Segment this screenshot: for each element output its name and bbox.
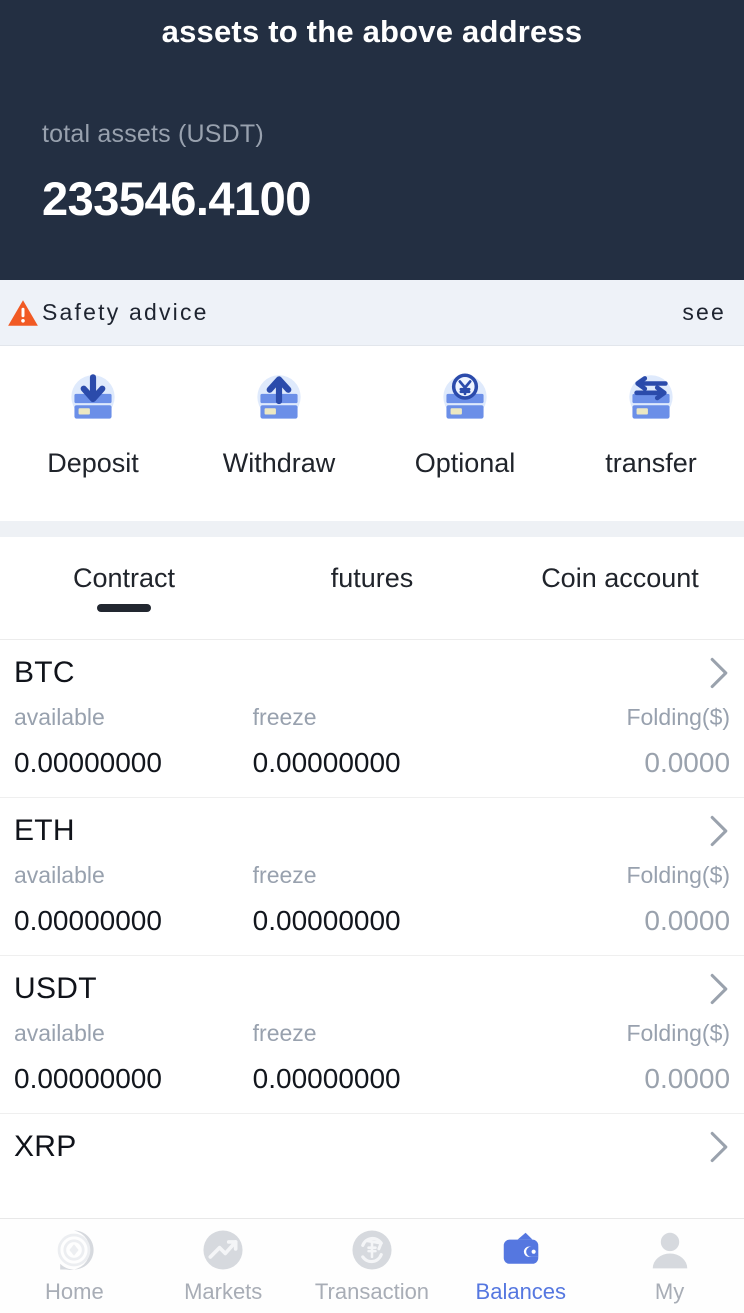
column-header: freeze bbox=[252, 862, 317, 888]
tab-label: Coin account bbox=[541, 563, 699, 593]
coin-symbol: ETH bbox=[14, 814, 75, 847]
table-row[interactable]: USDT available 0.00000000 freeze 0.00000… bbox=[0, 956, 744, 1114]
column-header: Folding($) bbox=[626, 862, 731, 888]
safety-advice-bar[interactable]: Safety advice see bbox=[0, 280, 744, 346]
nav-label: Home bbox=[45, 1279, 104, 1304]
total-assets-value: 233546.4100 bbox=[42, 172, 311, 225]
column-folding: Folding($) 0.0000 bbox=[491, 704, 730, 779]
card-exchange-icon bbox=[629, 375, 673, 419]
column-header: available bbox=[14, 704, 105, 730]
column-header: freeze bbox=[252, 704, 317, 730]
column-folding: Folding($) 0.0000 bbox=[491, 1020, 730, 1095]
freeze-value: 0.00000000 bbox=[252, 905, 401, 936]
nav-label: Transaction bbox=[314, 1279, 430, 1304]
table-row[interactable]: ETH available 0.00000000 freeze 0.000000… bbox=[0, 798, 744, 956]
folding-value: 0.0000 bbox=[644, 747, 731, 778]
nav-item-home[interactable]: Home bbox=[0, 1227, 149, 1305]
card-upload-icon bbox=[257, 375, 301, 419]
card-download-icon bbox=[71, 374, 115, 419]
action-label: transfer bbox=[605, 448, 697, 478]
coin-symbol: XRP bbox=[14, 1130, 77, 1163]
column-available: available 0.00000000 bbox=[14, 1020, 253, 1095]
coin-row-header: ETH bbox=[14, 814, 730, 848]
safety-see-link[interactable]: see bbox=[682, 299, 728, 326]
tab-active-indicator bbox=[97, 604, 151, 612]
quick-actions: Deposit Withdraw Optional transfer bbox=[0, 346, 744, 521]
warning-triangle-icon bbox=[8, 299, 38, 326]
action-deposit[interactable]: Deposit bbox=[0, 366, 186, 487]
bottom-navigation: Home Markets Transaction Balances My bbox=[0, 1218, 744, 1313]
column-header: Folding($) bbox=[626, 704, 731, 730]
tab-coin-account[interactable]: Coin account bbox=[496, 563, 744, 612]
compass-icon bbox=[58, 1230, 94, 1270]
wallet-icon bbox=[503, 1232, 539, 1264]
column-freeze: freeze 0.00000000 bbox=[253, 1020, 492, 1095]
coin-balance-list: BTC available 0.00000000 freeze 0.000000… bbox=[0, 640, 744, 1164]
total-assets-label: total assets (USDT) bbox=[42, 120, 264, 148]
column-header: available bbox=[14, 1020, 105, 1046]
coin-row-columns: available 0.00000000 freeze 0.00000000 F… bbox=[14, 862, 730, 937]
safety-advice-label: Safety advice bbox=[42, 299, 209, 325]
tab-label: futures bbox=[330, 563, 414, 593]
action-transfer[interactable]: transfer bbox=[558, 366, 744, 487]
available-value: 0.00000000 bbox=[14, 747, 162, 778]
tab-contract[interactable]: Contract bbox=[0, 563, 248, 612]
coin-symbol: USDT bbox=[14, 972, 97, 1005]
person-icon bbox=[652, 1232, 687, 1269]
coin-row-header: XRP bbox=[14, 1130, 730, 1164]
column-available: available 0.00000000 bbox=[14, 704, 253, 779]
coin-row-header: USDT bbox=[14, 972, 730, 1006]
available-value: 0.00000000 bbox=[14, 1063, 162, 1094]
tab-label: Contract bbox=[72, 563, 176, 593]
action-label: Deposit bbox=[47, 448, 139, 478]
coin-row-columns: available 0.00000000 freeze 0.00000000 F… bbox=[14, 1020, 730, 1095]
column-header: freeze bbox=[252, 1020, 317, 1046]
column-header: Folding($) bbox=[626, 1020, 731, 1046]
available-value: 0.00000000 bbox=[14, 905, 162, 936]
column-freeze: freeze 0.00000000 bbox=[253, 704, 492, 779]
nav-label: My bbox=[654, 1279, 685, 1304]
section-divider bbox=[0, 521, 744, 537]
freeze-value: 0.00000000 bbox=[252, 1063, 401, 1094]
action-label: Withdraw bbox=[222, 448, 336, 478]
safety-advice-left: Safety advice bbox=[6, 296, 209, 330]
card-currency-icon bbox=[443, 373, 487, 419]
table-row[interactable]: BTC available 0.00000000 freeze 0.000000… bbox=[0, 640, 744, 798]
column-available: available 0.00000000 bbox=[14, 862, 253, 937]
freeze-value: 0.00000000 bbox=[252, 747, 401, 778]
coin-row-columns: available 0.00000000 freeze 0.00000000 F… bbox=[14, 704, 730, 779]
nav-item-markets[interactable]: Markets bbox=[149, 1227, 298, 1305]
chevron-right-icon[interactable] bbox=[708, 656, 730, 690]
chevron-right-icon[interactable] bbox=[708, 972, 730, 1006]
assets-header: assets to the above address total assets… bbox=[0, 0, 744, 280]
column-folding: Folding($) 0.0000 bbox=[491, 862, 730, 937]
nav-item-balances[interactable]: Balances bbox=[446, 1227, 595, 1305]
exchange-icon bbox=[352, 1230, 392, 1270]
trending-up-icon bbox=[203, 1230, 243, 1270]
column-header: available bbox=[14, 862, 105, 888]
folding-value: 0.0000 bbox=[644, 1063, 731, 1094]
nav-item-my[interactable]: My bbox=[595, 1227, 744, 1305]
account-tabs: Contract futures Coin account bbox=[0, 537, 744, 640]
action-optional[interactable]: Optional bbox=[372, 366, 558, 487]
action-withdraw[interactable]: Withdraw bbox=[186, 366, 372, 487]
tab-futures[interactable]: futures bbox=[248, 563, 496, 612]
chevron-right-icon[interactable] bbox=[708, 1130, 730, 1164]
page-title: assets to the above address bbox=[161, 14, 583, 49]
nav-label: Balances bbox=[475, 1279, 567, 1304]
nav-item-transaction[interactable]: Transaction bbox=[298, 1227, 447, 1305]
chevron-right-icon[interactable] bbox=[708, 814, 730, 848]
coin-row-header: BTC bbox=[14, 656, 730, 690]
column-freeze: freeze 0.00000000 bbox=[253, 862, 492, 937]
table-row[interactable]: XRP bbox=[0, 1114, 744, 1164]
nav-label: Markets bbox=[184, 1279, 263, 1304]
coin-symbol: BTC bbox=[14, 656, 75, 689]
folding-value: 0.0000 bbox=[644, 905, 731, 936]
action-label: Optional bbox=[414, 448, 516, 478]
